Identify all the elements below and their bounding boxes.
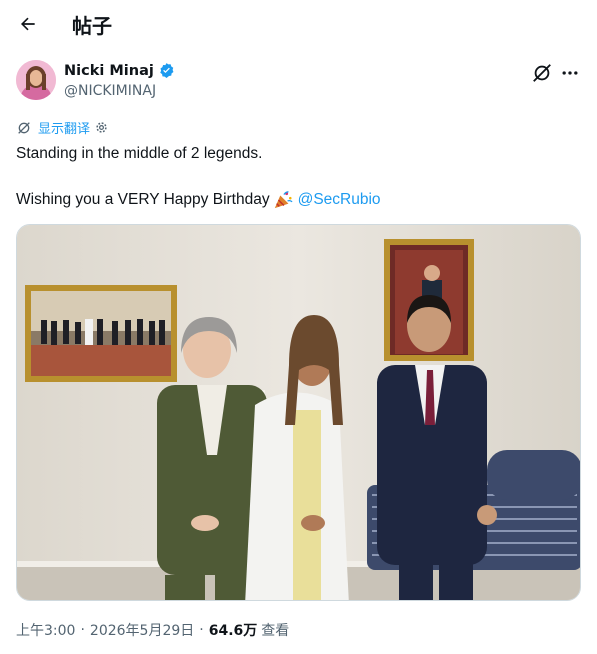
mention-link[interactable]: @SecRubio <box>298 189 381 211</box>
avatar[interactable] <box>16 60 56 100</box>
author-handle[interactable]: @NICKIMINAJ <box>64 83 156 99</box>
views-label: 查看 <box>261 623 290 639</box>
author-name-row: Nicki Minaj <box>64 62 175 79</box>
arrow-left-icon <box>21 17 35 31</box>
page-title: 帖子 <box>72 14 112 38</box>
tweet-author: Nicki Minaj @NICKIMINAJ <box>16 60 581 104</box>
tweet-text-line-2: Wishing you a VERY Happy Birthday @SecRu… <box>16 189 381 211</box>
tweet-text-line-2-text: Wishing you a VERY Happy Birthday <box>16 191 270 208</box>
verified-badge-icon <box>160 63 174 78</box>
translate-row: 显示翻译 <box>16 118 109 137</box>
views-count: 64.6万 <box>208 623 258 639</box>
avatar-image <box>16 60 56 100</box>
tweet-meta: 上午3:00 · 2026年5月29日 · 64.6万 查看 <box>16 620 289 640</box>
tweet-time[interactable]: 上午3:00 <box>16 620 75 640</box>
party-popper-icon <box>274 191 293 209</box>
tweet-text-line-1: Standing in the middle of 2 legends. <box>16 145 263 162</box>
author-name[interactable]: Nicki Minaj <box>64 63 154 79</box>
grok-button[interactable] <box>531 62 553 84</box>
grok-icon <box>533 64 551 82</box>
tweet-photo[interactable] <box>16 224 581 601</box>
translate-icon <box>18 121 30 134</box>
top-bar: 帖子 <box>0 0 597 48</box>
show-translation-link[interactable]: 显示翻译 <box>38 118 90 137</box>
more-button[interactable] <box>559 62 581 84</box>
back-button[interactable] <box>12 8 44 40</box>
gear-icon[interactable] <box>94 120 109 135</box>
more-icon <box>562 71 578 75</box>
meta-separator: · <box>199 622 204 638</box>
photo-image <box>17 225 580 600</box>
meta-separator: · <box>80 622 85 638</box>
tweet-date[interactable]: 2026年5月29日 <box>90 620 194 640</box>
